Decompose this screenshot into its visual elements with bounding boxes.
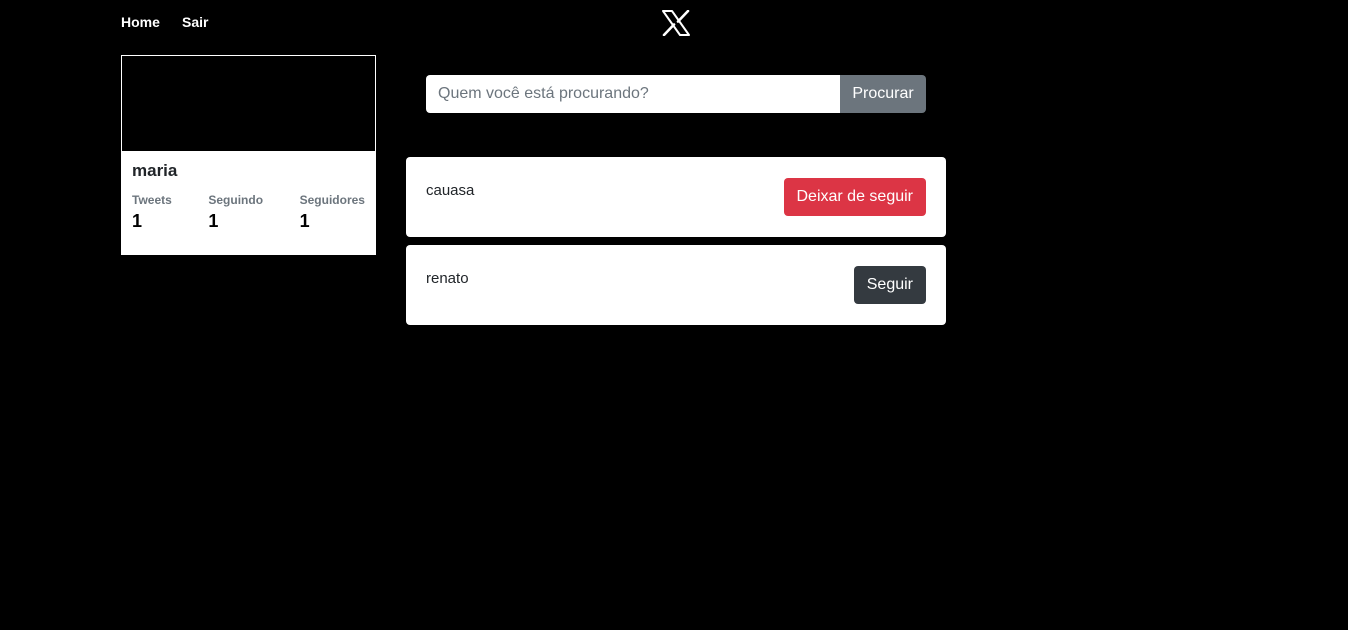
top-navbar: Home Sair — [0, 0, 1348, 46]
stat-label: Seguindo — [208, 193, 264, 207]
stat-value: 1 — [208, 211, 219, 231]
nav-logout-link[interactable]: Sair — [182, 14, 208, 30]
stat-value: 1 — [132, 211, 143, 231]
stat-value: 1 — [299, 211, 310, 231]
search-button[interactable]: Procurar — [840, 75, 926, 113]
profile-banner — [122, 56, 375, 151]
profile-card: maria Tweets 1 Seguindo 1 Seguidores 1 — [121, 55, 376, 255]
search-input[interactable] — [426, 75, 840, 113]
stat-following: Seguindo 1 — [208, 193, 263, 232]
follow-button[interactable]: Seguir — [853, 266, 926, 304]
stat-label: Seguidores — [299, 193, 365, 207]
profile-body: maria Tweets 1 Seguindo 1 Seguidores 1 — [122, 151, 375, 232]
profile-stats: Tweets 1 Seguindo 1 Seguidores 1 — [132, 193, 365, 232]
stat-label: Tweets — [132, 193, 172, 207]
user-list-item: cauasa Deixar de seguir — [406, 157, 946, 237]
user-name[interactable]: renato — [426, 270, 469, 287]
user-name[interactable]: cauasa — [426, 182, 474, 199]
user-list-item: renato Seguir — [406, 245, 946, 325]
search-form: Procurar — [426, 75, 926, 113]
unfollow-button[interactable]: Deixar de seguir — [783, 178, 926, 216]
nav-home-link[interactable]: Home — [121, 14, 160, 30]
stat-tweets: Tweets 1 — [132, 193, 172, 232]
x-logo-icon[interactable] — [661, 9, 691, 37]
profile-username: maria — [132, 161, 178, 180]
stat-followers: Seguidores 1 — [300, 193, 365, 232]
